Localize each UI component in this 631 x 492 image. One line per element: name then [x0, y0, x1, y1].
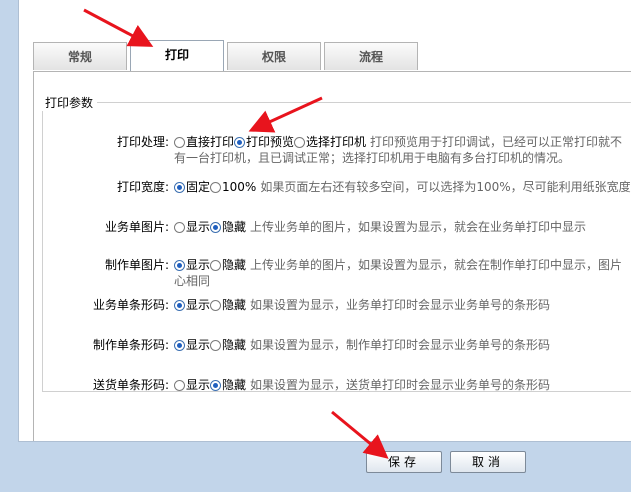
radio-label: 隐藏 — [222, 220, 247, 234]
cancel-button[interactable]: 取消 — [450, 451, 526, 473]
radio-checked-icon[interactable] — [174, 300, 185, 311]
tab-workflow[interactable]: 流程 — [324, 42, 418, 70]
tab-general[interactable]: 常规 — [33, 42, 127, 70]
radio-option[interactable]: 直接打印 — [174, 133, 234, 150]
setting-label: 业务单条形码: — [92, 298, 169, 312]
radio-option[interactable]: 隐藏 — [210, 336, 246, 353]
setting-hint: 如果页面左右还有较多空间，可以选择为100%，尽可能利用纸张宽度 — [260, 180, 631, 194]
radio-checked-icon[interactable] — [210, 222, 222, 233]
setting-label: 送货单条形码: — [92, 378, 169, 392]
setting-hint: 上传业务单的图片，如果设置为显示，就会在业务单打印中显示 — [250, 220, 587, 234]
radio-checked-icon[interactable] — [174, 182, 185, 193]
radio-checked-icon[interactable] — [174, 260, 185, 271]
settings-window: 常规 打印 权限 流程 打印参数 打印处理: 直接打印 打印预览 选择打印机 打印预览用… — [18, 0, 631, 442]
radio-label: 选择打印机 — [306, 135, 367, 149]
radio-option[interactable]: 隐藏 — [210, 256, 246, 273]
setting-label: 打印处理: — [116, 135, 169, 149]
tab-permissions[interactable]: 权限 — [227, 42, 321, 70]
radio-unchecked-icon[interactable] — [174, 222, 185, 233]
radio-option[interactable]: 固定 — [174, 178, 210, 195]
section-title: 打印参数 — [41, 94, 98, 111]
radio-label: 显示 — [186, 220, 211, 234]
radio-option[interactable]: 显示 — [174, 376, 210, 393]
radio-option[interactable]: 隐藏 — [210, 296, 246, 313]
radio-option[interactable]: 隐藏 — [210, 218, 246, 235]
radio-unchecked-icon[interactable] — [210, 300, 222, 311]
radio-label: 显示 — [186, 338, 211, 352]
radio-option[interactable]: 显示 — [174, 336, 210, 353]
radio-label: 打印预览 — [246, 135, 295, 149]
setting-options: 显示 隐藏 上传业务单的图片，如果设置为显示，就会在制作单打印中显示，图片 — [174, 256, 622, 273]
radio-unchecked-icon[interactable] — [174, 137, 185, 148]
setting-hint: 如果设置为显示，送货单打印时会显示业务单号的条形码 — [250, 378, 551, 392]
setting-options: 直接打印 打印预览 选择打印机 打印预览用于打印调试，已经可以正常打印就不 — [174, 133, 622, 150]
print-settings-panel: 打印参数 打印处理: 直接打印 打印预览 选择打印机 打印预览用于打印调试，已经可以正常… — [33, 72, 631, 441]
radio-label: 显示 — [186, 378, 211, 392]
setting-options: 显示 隐藏 如果设置为显示，制作单打印时会显示业务单号的条形码 — [174, 336, 550, 353]
setting-hint-continued: 心相同 — [174, 274, 211, 288]
radio-unchecked-icon[interactable] — [210, 182, 222, 193]
radio-checked-icon[interactable] — [210, 380, 222, 391]
setting-hint: 上传业务单的图片，如果设置为显示，就会在制作单打印中显示，图片 — [250, 258, 623, 272]
radio-option[interactable]: 隐藏 — [210, 376, 246, 393]
tab-print[interactable]: 打印 — [130, 40, 224, 71]
radio-option[interactable]: 打印预览 — [234, 133, 294, 150]
radio-unchecked-icon[interactable] — [210, 260, 222, 271]
save-button[interactable]: 保存 — [366, 451, 442, 473]
radio-option[interactable]: 显示 — [174, 296, 210, 313]
radio-label: 固定 — [186, 180, 211, 194]
setting-hint: 如果设置为显示，业务单打印时会显示业务单号的条形码 — [250, 298, 551, 312]
setting-options: 显示 隐藏 如果设置为显示，送货单打印时会显示业务单号的条形码 — [174, 376, 550, 393]
radio-label: 100% — [222, 180, 257, 194]
setting-label: 制作单条形码: — [92, 338, 169, 352]
setting-hint: 如果设置为显示，制作单打印时会显示业务单号的条形码 — [250, 338, 551, 352]
radio-label: 隐藏 — [222, 298, 247, 312]
radio-unchecked-icon[interactable] — [294, 137, 306, 148]
radio-option[interactable]: 显示 — [174, 218, 210, 235]
radio-option[interactable]: 显示 — [174, 256, 210, 273]
radio-label: 隐藏 — [222, 258, 247, 272]
radio-checked-icon[interactable] — [174, 340, 185, 351]
setting-options: 显示 隐藏 上传业务单的图片，如果设置为显示，就会在业务单打印中显示 — [174, 218, 586, 235]
setting-label: 打印宽度: — [116, 180, 169, 194]
radio-label: 显示 — [186, 258, 211, 272]
radio-label: 直接打印 — [186, 135, 235, 149]
radio-label: 显示 — [186, 298, 211, 312]
radio-unchecked-icon[interactable] — [174, 380, 185, 391]
radio-option[interactable]: 100% — [210, 180, 256, 194]
radio-label: 隐藏 — [222, 338, 247, 352]
setting-label: 制作单图片: — [104, 258, 169, 272]
setting-options: 显示 隐藏 如果设置为显示，业务单打印时会显示业务单号的条形码 — [174, 296, 550, 313]
radio-unchecked-icon[interactable] — [210, 340, 222, 351]
setting-options: 固定 100% 如果页面左右还有较多空间，可以选择为100%，尽可能利用纸张宽度 — [174, 178, 631, 195]
print-params-fieldset: 打印参数 打印处理: 直接打印 打印预览 选择打印机 打印预览用于打印调试，已经可以正常… — [41, 94, 631, 393]
radio-option[interactable]: 选择打印机 — [294, 133, 366, 150]
radio-label: 隐藏 — [222, 378, 247, 392]
radio-checked-icon[interactable] — [234, 137, 246, 148]
setting-hint-continued: 有一台打印机，且已调试正常；选择打印机用于电脑有多台打印机的情况。 — [174, 151, 571, 165]
setting-hint: 打印预览用于打印调试，已经可以正常打印就不 — [370, 135, 623, 149]
setting-label: 业务单图片: — [104, 220, 169, 234]
